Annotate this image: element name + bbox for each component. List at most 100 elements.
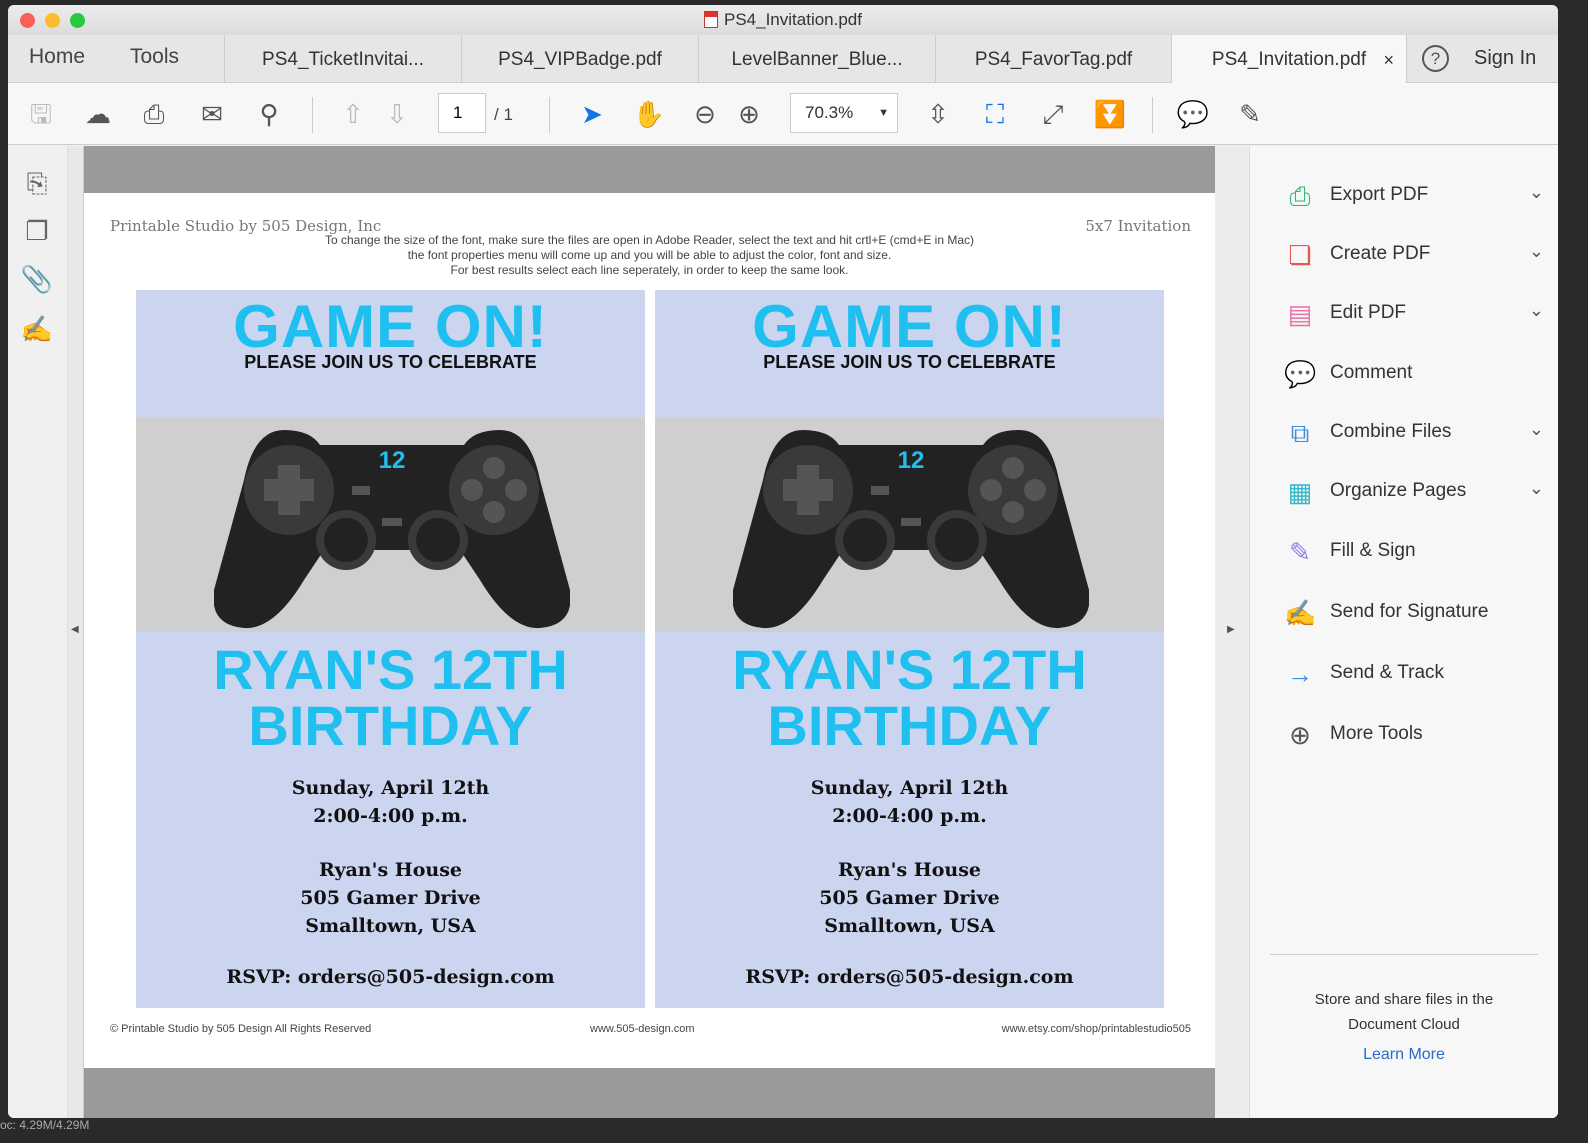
game-controller-icon: 12 xyxy=(733,430,1089,629)
instructions: To change the size of the font, make sur… xyxy=(84,233,1215,278)
pdf-page: Printable Studio by 505 Design, Inc 5x7 … xyxy=(84,193,1215,1068)
event-street: 505 Gamer Drive xyxy=(300,887,481,909)
title-line: BIRTHDAY xyxy=(248,694,533,757)
zoom-in-icon[interactable]: ⊕ xyxy=(732,97,766,131)
tools-pane: ⎙ Export PDF ⌄ ❏ Create PDF ⌄ ▤ Edit PDF ⌄ 💬 Comme… xyxy=(1250,146,1558,1118)
tool-send-for-signature[interactable]: ✍ Send for Signature xyxy=(1284,593,1544,633)
page-thumbnails-icon[interactable]: ⎘ xyxy=(20,168,54,202)
close-window-button[interactable] xyxy=(20,13,35,28)
invitation-card-right: GAME ON! PLEASE JOIN US TO CELEBRATE 12 … xyxy=(655,290,1164,1008)
event-city: Smalltown, USA xyxy=(824,915,995,937)
comment-tool-icon[interactable]: 💬 xyxy=(1176,97,1210,131)
event-date: Sunday, April 12th xyxy=(810,777,1009,799)
hand-tool-icon[interactable]: ✋ xyxy=(632,97,666,131)
rsvp-line: RSVP: orders@505-design.com xyxy=(226,966,555,988)
birthday-title: RYAN'S 12TH BIRTHDAY xyxy=(136,642,645,754)
chevron-down-icon[interactable]: ⌄ xyxy=(1529,241,1544,262)
page-number-input[interactable]: 1 xyxy=(438,93,486,133)
search-icon[interactable]: ⚲ xyxy=(252,97,286,131)
comment-icon: 💬 xyxy=(1284,359,1317,389)
instruction-line: For best results select each line sepera… xyxy=(450,263,849,277)
memory-status: oc: 4.29M/4.29M xyxy=(0,1118,90,1132)
event-time: 2:00-4:00 p.m. xyxy=(832,805,987,827)
signature-pen-icon[interactable]: ✍ xyxy=(20,314,54,348)
chevron-down-icon: ▼ xyxy=(878,107,889,119)
rsvp-line: RSVP: orders@505-design.com xyxy=(745,966,1074,988)
email-icon[interactable]: ✉ xyxy=(195,97,229,131)
tool-combine-files[interactable]: ⧉ Combine Files ⌄ xyxy=(1284,413,1544,453)
tool-edit-pdf[interactable]: ▤ Edit PDF ⌄ xyxy=(1284,294,1544,334)
chevron-down-icon[interactable]: ⌄ xyxy=(1529,300,1544,321)
previous-page-icon[interactable]: ⇧ xyxy=(336,97,370,131)
tab-vip-badge[interactable]: PS4_VIPBadge.pdf xyxy=(461,35,698,83)
event-details: Sunday, April 12th 2:00-4:00 p.m. Ryan's… xyxy=(136,774,645,940)
tool-label: More Tools xyxy=(1330,723,1423,744)
nav-home[interactable]: Home xyxy=(29,45,85,69)
zoom-window-button[interactable] xyxy=(70,13,85,28)
acrobat-window: PS4_Invitation.pdf Home Tools PS4_Ticket… xyxy=(8,5,1558,1118)
tool-more-tools[interactable]: ⊕ More Tools xyxy=(1284,715,1544,755)
sign-in-button[interactable]: Sign In xyxy=(1474,47,1536,70)
chevron-down-icon[interactable]: ⌄ xyxy=(1529,478,1544,499)
tab-label: PS4_TicketInvitai... xyxy=(262,49,424,70)
tab-favor-tag[interactable]: PS4_FavorTag.pdf xyxy=(935,35,1171,83)
next-page-icon[interactable]: ⇩ xyxy=(380,97,414,131)
game-controller-icon: 12 xyxy=(214,430,570,629)
document-view[interactable]: Printable Studio by 505 Design, Inc 5x7 … xyxy=(84,146,1215,1118)
nav-tools[interactable]: Tools xyxy=(130,45,179,69)
right-pane-toggle[interactable]: ▶ xyxy=(1215,146,1250,1118)
read-mode-icon[interactable]: ⏬ xyxy=(1093,97,1127,131)
full-screen-icon[interactable]: ⤢ xyxy=(1036,97,1070,131)
chevron-left-icon: ◀ xyxy=(71,624,79,635)
tool-create-pdf[interactable]: ❏ Create PDF ⌄ xyxy=(1284,235,1544,275)
tab-close-icon[interactable]: × xyxy=(1383,35,1394,85)
upload-cloud-icon[interactable]: ☁ xyxy=(81,97,115,131)
instruction-line: To change the size of the font, make sur… xyxy=(324,233,975,247)
fit-page-icon[interactable]: ⛶ xyxy=(978,97,1012,131)
chevron-down-icon[interactable]: ⌄ xyxy=(1529,182,1544,203)
footer-copyright: © Printable Studio by 505 Design All Rig… xyxy=(110,1023,372,1035)
number-label: 12 xyxy=(898,447,925,474)
tab-label: PS4_FavorTag.pdf xyxy=(974,49,1133,70)
select-cursor-icon[interactable]: ➤ xyxy=(575,97,609,131)
chevron-down-icon[interactable]: ⌄ xyxy=(1529,419,1544,440)
tool-export-pdf[interactable]: ⎙ Export PDF ⌄ xyxy=(1284,176,1544,216)
scroll-mode-icon[interactable]: ⇳ xyxy=(921,97,955,131)
tool-comment[interactable]: 💬 Comment xyxy=(1284,354,1544,394)
tool-send-track[interactable]: → Send & Track xyxy=(1284,654,1544,694)
footer-etsy: www.etsy.com/shop/printablestudio505 xyxy=(1001,1023,1191,1035)
event-time: 2:00-4:00 p.m. xyxy=(313,805,468,827)
save-icon[interactable]: 🖫 xyxy=(24,97,58,131)
send-track-icon: → xyxy=(1287,659,1313,689)
help-icon[interactable]: ? xyxy=(1422,45,1449,72)
tab-label: LevelBanner_Blue... xyxy=(731,49,903,70)
tab-label: PS4_Invitation.pdf xyxy=(1211,49,1367,70)
minimize-window-button[interactable] xyxy=(45,13,60,28)
zoom-out-icon[interactable]: ⊖ xyxy=(688,97,722,131)
title-bar: PS4_Invitation.pdf xyxy=(8,5,1558,35)
combine-files-icon: ⧉ xyxy=(1290,418,1310,448)
fill-sign-icon: ✎ xyxy=(1289,537,1311,567)
zoom-level-select[interactable]: 70.3% ▼ xyxy=(790,93,898,133)
tab-invitation[interactable]: PS4_Invitation.pdf × xyxy=(1171,35,1407,83)
event-city: Smalltown, USA xyxy=(305,915,476,937)
tool-label: Send for Signature xyxy=(1330,601,1489,622)
tool-organize-pages[interactable]: ▦ Organize Pages ⌄ xyxy=(1284,472,1544,512)
number-label: 12 xyxy=(379,447,406,474)
tool-label: Fill & Sign xyxy=(1330,540,1416,561)
print-icon[interactable]: ⎙ xyxy=(137,97,171,131)
tool-fill-sign[interactable]: ✎ Fill & Sign xyxy=(1284,532,1544,572)
tool-label: Create PDF xyxy=(1330,243,1431,264)
organize-pages-icon: ▦ xyxy=(1287,477,1313,507)
attachments-icon[interactable]: 📎 xyxy=(20,264,54,298)
left-pane-toggle[interactable]: ◀ xyxy=(68,146,84,1118)
event-street: 505 Gamer Drive xyxy=(819,887,1000,909)
footer-website: www.505-design.com xyxy=(590,1023,695,1035)
left-navigation-pane: ⎘ ❐ 📎 ✍ xyxy=(8,146,68,1118)
tab-level-banner[interactable]: LevelBanner_Blue... xyxy=(698,35,935,83)
pdf-file-icon xyxy=(704,11,718,28)
tab-ticket-invitation[interactable]: PS4_TicketInvitai... xyxy=(224,35,461,83)
copy-pages-icon[interactable]: ❐ xyxy=(20,216,54,250)
learn-more-link[interactable]: Learn More xyxy=(1250,1046,1558,1064)
highlight-pen-icon[interactable]: ✎ xyxy=(1233,97,1267,131)
